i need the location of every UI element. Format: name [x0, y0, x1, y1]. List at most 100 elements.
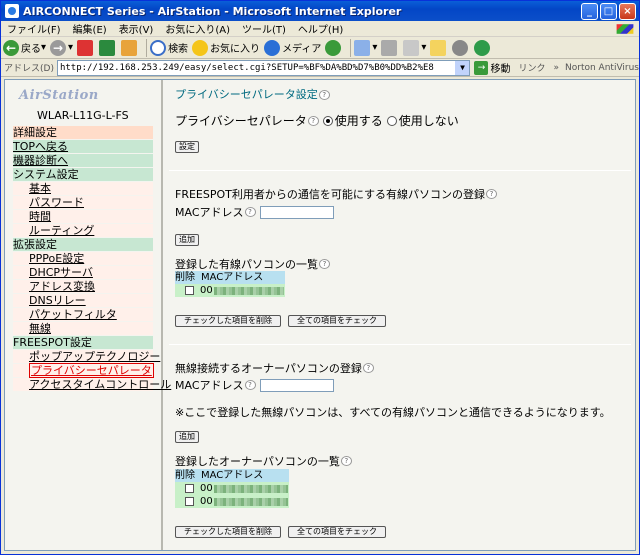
go-button[interactable]: → 移動: [474, 60, 510, 75]
help-icon[interactable]: ?: [244, 380, 256, 390]
mail-button[interactable]: ▾: [354, 39, 377, 56]
menu-file[interactable]: ファイル(F): [1, 21, 67, 36]
ie-icon: [5, 4, 19, 18]
wired-delete-checked-button[interactable]: チェックした項目を削除: [175, 315, 281, 327]
menu-tools[interactable]: ツール(T): [236, 21, 292, 36]
wired-check-all-button[interactable]: 全ての項目をチェック: [288, 315, 386, 327]
sidebar-item-wireless[interactable]: 無線: [13, 322, 153, 335]
close-button[interactable]: ×: [619, 2, 636, 20]
sidebar-item-access-time[interactable]: アクセスタイムコントロール: [13, 378, 171, 391]
print-button[interactable]: [381, 39, 399, 56]
row-mac: 00: [200, 496, 213, 507]
links-label[interactable]: リンク: [518, 61, 545, 74]
edit-icon: [403, 39, 420, 56]
folder-button[interactable]: [430, 39, 448, 56]
owner-add-button[interactable]: 追加: [175, 431, 199, 443]
media-icon: [264, 39, 281, 56]
messenger-button[interactable]: [474, 39, 492, 56]
sidebar-item-nat[interactable]: アドレス変換: [13, 280, 153, 293]
sidebar-item-pppoe[interactable]: PPPoE設定: [13, 252, 153, 265]
privacy-off-radio[interactable]: [386, 115, 397, 126]
menu-help[interactable]: ヘルプ(H): [292, 21, 349, 36]
wired-table: 削除 MACアドレス 00: [175, 271, 285, 297]
menu-bar: ファイル(F) 編集(E) 表示(V) お気に入り(A) ツール(T) ヘルプ(…: [1, 21, 639, 37]
owner-check-all-button[interactable]: 全ての項目をチェック: [288, 526, 386, 538]
divider: [169, 344, 631, 345]
address-dropdown-icon[interactable]: ▼: [455, 60, 470, 75]
home-button[interactable]: [121, 39, 139, 56]
sidebar-item-time[interactable]: 時間: [13, 210, 153, 223]
sidebar-item-password[interactable]: パスワード: [13, 196, 153, 209]
sidebar-item-popup[interactable]: ポップアップテクノロジー: [13, 350, 160, 363]
search-button[interactable]: 検索: [150, 39, 188, 56]
wired-mac-input[interactable]: [259, 205, 334, 219]
sidebar-item-top[interactable]: TOPへ戻る: [13, 140, 153, 153]
privacy-label: プライバシーセパレータ: [175, 114, 307, 128]
divider: [169, 170, 631, 171]
minimize-button[interactable]: _: [581, 2, 598, 20]
owner-list-title: 登録したオーナーパソコンの一覧?: [175, 453, 352, 469]
help-icon[interactable]: ?: [319, 259, 330, 269]
help-icon[interactable]: ?: [362, 363, 374, 373]
airstation-logo: AirStation: [19, 88, 99, 103]
back-button[interactable]: ← 戻る ▾: [3, 39, 46, 56]
edit-button[interactable]: ▾: [403, 39, 426, 56]
menu-edit[interactable]: 編集(E): [67, 21, 113, 36]
history-button[interactable]: [325, 39, 343, 56]
stop-button[interactable]: [77, 39, 95, 56]
wired-list-title: 登録した有線パソコンの一覧?: [175, 256, 330, 272]
maximize-button[interactable]: □: [600, 2, 617, 20]
address-input[interactable]: http://192.168.253.249/easy/select.cgi?S…: [56, 59, 471, 76]
norton-antivirus-button[interactable]: Norton AntiVirus: [565, 63, 639, 73]
sidebar-item-advanced: 詳細設定: [13, 126, 153, 139]
forward-button[interactable]: → ▾: [50, 39, 73, 56]
privacy-on-radio[interactable]: [322, 115, 333, 126]
help-icon[interactable]: ?: [244, 207, 256, 217]
sidebar-item-diagnosis[interactable]: 機器診断へ: [13, 154, 153, 167]
mac-label: MACアドレス: [175, 379, 244, 392]
sidebar-item-packet-filter[interactable]: パケットフィルタ: [13, 308, 153, 321]
sidebar-item-dns[interactable]: DNSリレー: [13, 294, 153, 307]
address-url: http://192.168.253.249/easy/select.cgi?S…: [59, 62, 434, 73]
search-icon: [150, 39, 167, 56]
star-icon: [192, 39, 209, 56]
sidebar-item-routing[interactable]: ルーティング: [13, 224, 153, 237]
chat-icon: [452, 39, 469, 56]
privacy-on-label[interactable]: 使用する: [335, 112, 383, 129]
help-icon[interactable]: ?: [485, 189, 497, 199]
owner-table: 削除 MACアドレス 00 00: [175, 469, 289, 508]
media-button[interactable]: メディア: [264, 39, 321, 56]
forward-arrow-icon: →: [50, 39, 67, 56]
help-icon[interactable]: ?: [318, 90, 330, 100]
owner-delete-checked-button[interactable]: チェックした項目を削除: [175, 526, 281, 538]
menu-view[interactable]: 表示(V): [113, 21, 160, 36]
row-checkbox[interactable]: [185, 484, 194, 493]
table-header: 削除 MACアドレス: [175, 271, 285, 284]
favorites-button[interactable]: お気に入り: [192, 39, 260, 56]
owner-mac-input[interactable]: [259, 378, 334, 392]
help-icon[interactable]: ?: [307, 115, 319, 126]
col-mac: MACアドレス: [201, 470, 264, 481]
windows-logo-icon: [616, 23, 634, 34]
wired-mac-row: MACアドレス?: [175, 204, 334, 220]
row-mac: 00: [200, 483, 213, 494]
sidebar-item-dhcp[interactable]: DHCPサーバ: [13, 266, 153, 279]
toolbar: ← 戻る ▾ → ▾ 検索 お気に入り メディア ▾ ▾: [1, 37, 639, 59]
wired-add-button[interactable]: 追加: [175, 234, 199, 246]
chevron-right-icon[interactable]: »: [554, 63, 560, 73]
sidebar-item-basic[interactable]: 基本: [13, 182, 153, 195]
row-checkbox[interactable]: [185, 497, 194, 506]
help-icon[interactable]: ?: [340, 456, 352, 466]
title-bar[interactable]: AIRCONNECT Series - AirStation - Microso…: [1, 1, 639, 21]
refresh-button[interactable]: [99, 39, 117, 56]
table-row: 00: [175, 284, 285, 297]
browser-window: AIRCONNECT Series - AirStation - Microso…: [0, 0, 640, 555]
set-button[interactable]: 設定: [175, 141, 199, 153]
privacy-off-label[interactable]: 使用しない: [399, 112, 459, 129]
row-checkbox[interactable]: [185, 286, 194, 295]
go-arrow-icon: →: [474, 60, 489, 75]
menu-favorites[interactable]: お気に入り(A): [159, 21, 236, 36]
table-row: 00: [175, 495, 289, 508]
discuss-button[interactable]: [452, 39, 470, 56]
sidebar-item-privacy-separator[interactable]: プライバシーセパレータ: [13, 363, 154, 378]
